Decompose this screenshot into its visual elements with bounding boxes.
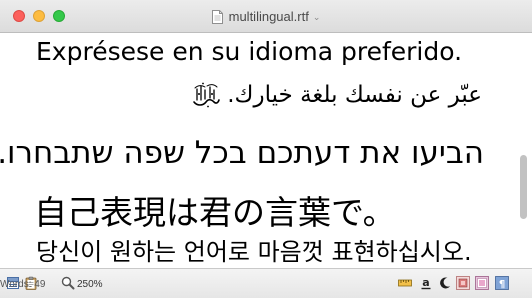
title-bar[interactable]: multilingual.rtf ⌄ bbox=[0, 0, 532, 33]
underline-a-icon[interactable]: a bbox=[419, 276, 433, 290]
color-picker-icon[interactable] bbox=[456, 276, 470, 290]
text-line-arabic-group[interactable]: عبّر عن نفسك بلغة خيارك. bbox=[191, 81, 482, 109]
word-count: Words: 49 bbox=[0, 278, 46, 290]
window-title-group[interactable]: multilingual.rtf ⌄ bbox=[0, 0, 532, 33]
text-line-korean[interactable]: 당신이 원하는 언어로 마음껏 표현하십시오. bbox=[36, 232, 472, 267]
vertical-scrollbar-thumb[interactable] bbox=[520, 155, 527, 219]
text-line-japanese[interactable]: 自己表現は君の言葉で。 bbox=[34, 186, 396, 234]
document-text-area[interactable]: Exprésese en su idioma preferido. عبّر ع… bbox=[0, 33, 532, 268]
chevron-down-icon[interactable]: ⌄ bbox=[313, 13, 321, 23]
svg-text:¶: ¶ bbox=[499, 279, 505, 290]
ruler-icon[interactable] bbox=[398, 276, 412, 290]
honorific-ligature-icon bbox=[193, 82, 221, 108]
status-bar: 250% Words: 49 a ¶ bbox=[0, 268, 532, 298]
paragraph-icon[interactable]: ¶ bbox=[495, 276, 509, 290]
document-icon bbox=[211, 9, 223, 24]
text-line-spanish[interactable]: Exprésese en su idioma preferido. bbox=[36, 37, 462, 66]
window-title: multilingual.rtf bbox=[228, 9, 309, 24]
moon-icon[interactable] bbox=[438, 276, 452, 290]
text-line-hebrew[interactable]: הביעו את דעתכם בכל שפה שתבחרו. bbox=[0, 135, 484, 171]
editor-window: multilingual.rtf ⌄ Exprésese en su idiom… bbox=[0, 0, 532, 298]
svg-text:a: a bbox=[422, 276, 429, 289]
text-line-arabic[interactable]: عبّر عن نفسك بلغة خيارك. bbox=[227, 82, 482, 108]
image-frame-icon[interactable] bbox=[475, 276, 489, 290]
